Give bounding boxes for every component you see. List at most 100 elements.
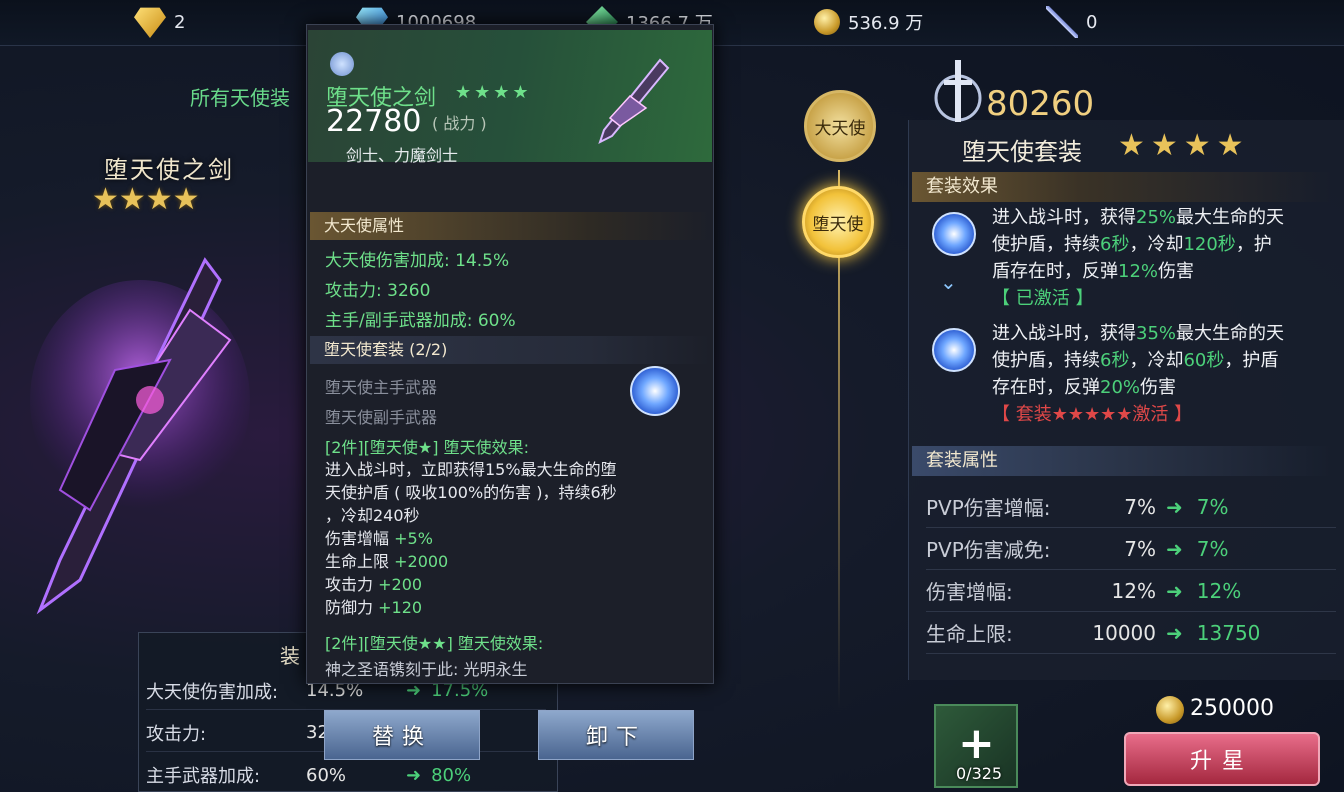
attr-name: 攻击力: — [146, 723, 207, 745]
effect-text: 进入战斗时，获得 — [992, 323, 1136, 344]
unequip-button[interactable]: 卸下 — [538, 710, 694, 760]
effect-stat: 攻击力 +200 — [325, 573, 422, 596]
weapon-name: 堕天使之剑 — [104, 156, 234, 184]
resource-value: 0 — [1086, 11, 1098, 33]
resource-gold-coin[interactable]: 536.9 万 — [814, 6, 923, 38]
effect-text: 盾存在时，反弹 — [992, 261, 1118, 282]
effect-value: 35% — [1136, 323, 1177, 344]
effect-text: 进入战斗时，获得 — [992, 207, 1136, 228]
attr-current: 10000 — [1092, 620, 1156, 645]
attr-current: 12% — [1111, 578, 1156, 603]
effect-text: 伤害 — [1158, 261, 1195, 282]
effect-value: 60秒 — [1183, 350, 1225, 371]
archangel-tab-button[interactable]: 大天使 — [804, 90, 876, 162]
archangel-attr-section: 大天使属性 — [310, 212, 710, 240]
attr-name: 主手武器加成: — [146, 766, 261, 787]
attr-current: 7% — [1124, 494, 1156, 519]
set-attr-row: 伤害增幅: 12% ➜ 12% — [926, 570, 1336, 612]
effect-value: 20% — [1100, 377, 1141, 398]
effect-value: 12% — [1118, 261, 1159, 282]
stat-value: +120 — [378, 598, 423, 617]
arrow-right-icon: ➜ — [1166, 578, 1183, 603]
attr-next: 80% — [431, 764, 472, 786]
stat-name: 防御力 — [325, 598, 374, 617]
effect-text: 最大生命的天 — [1176, 323, 1285, 344]
effect-text: 伤害 — [1140, 377, 1177, 398]
resource-value: 536.9 万 — [848, 13, 924, 34]
stat-name: 伤害增幅 — [325, 529, 390, 548]
set-power: 80260 — [986, 84, 1095, 124]
effect-status-locked: 【 套装★★★★★激活 】 — [992, 404, 1193, 425]
attr-next: 12% — [1196, 578, 1242, 603]
arrow-right-icon: ➜ — [406, 764, 422, 786]
set-emblem-icon — [934, 60, 982, 122]
all-angel-equipment-label[interactable]: 所有天使装 — [190, 82, 290, 111]
arrow-right-icon: ➜ — [1166, 494, 1183, 519]
plus-icon[interactable]: + — [958, 718, 995, 769]
effect-text: 使护盾，持续 — [992, 234, 1100, 255]
resource-gold-gem[interactable]: 2 — [134, 6, 185, 38]
gold-gem-icon — [134, 7, 166, 38]
set-item: 堕天使副手武器 — [325, 408, 438, 427]
gold-coin-icon — [814, 9, 840, 35]
set-attr-row: PVP伤害减免: 7% ➜ 7% — [926, 528, 1336, 570]
weapon-stars: ★★★★ — [92, 182, 200, 217]
effect-stat: 伤害增幅 +5% — [325, 527, 433, 550]
archangel-attr: 大天使伤害加成: 14.5% — [325, 251, 510, 271]
effect-line: ，冷却240秒 — [325, 506, 420, 525]
stat-value: +200 — [378, 575, 423, 594]
stat-name: 攻击力 — [325, 575, 374, 594]
attr-current: 60% — [306, 764, 347, 786]
effect-line: 进入战斗时，立即获得15%最大生命的堕 — [325, 460, 617, 479]
attr-row: 主手武器加成: 60% ➜ 80% — [146, 756, 546, 792]
effect-text: 最大生命的天 — [1176, 207, 1285, 228]
effect-text: 使护盾，持续 — [992, 350, 1100, 371]
archangel-attr: 攻击力: 3260 — [325, 281, 431, 301]
set-effect-1: 进入战斗时，获得25%最大生命的天 使护盾，持续6秒，冷却120秒，护 盾存在时… — [992, 204, 1344, 285]
arrow-right-icon: ➜ — [1166, 620, 1183, 645]
upgrade-cost: 250000 — [1190, 696, 1274, 721]
effect-status-active: 【 已激活 】 — [992, 288, 1094, 309]
effect-text: ，护 — [1235, 234, 1272, 255]
effect-title: [2件][堕天使★★] 堕天使效果: — [325, 634, 544, 653]
fallen-angel-tab-button[interactable]: 堕天使 — [802, 186, 874, 258]
set-attr-row: 生命上限: 10000 ➜ 13750 — [926, 612, 1336, 654]
item-power: 22780 — [326, 104, 422, 139]
set-stars: ★★★★ — [1118, 128, 1250, 163]
effect-title: [2件][堕天使★] 堕天使效果: — [325, 438, 529, 457]
stat-value: +2000 — [394, 552, 449, 571]
effect-stat: 防御力 +120 — [325, 596, 422, 619]
item-type-icon — [330, 52, 354, 76]
item-stars: ★★★★ — [455, 82, 532, 103]
angel-set-badge-icon — [630, 366, 680, 416]
set-attr-row: PVP伤害增幅: 7% ➜ 7% — [926, 486, 1336, 528]
flavor-text: 神之圣语镌刻于此: 光明永生 — [325, 660, 528, 679]
set-effect-section: 套装效果 — [912, 172, 1332, 202]
attr-current: 7% — [1124, 536, 1156, 561]
gold-coin-icon — [1156, 696, 1184, 724]
item-sword-icon — [598, 58, 670, 144]
attr-name: 大天使伤害加成: — [146, 681, 279, 703]
stat-name: 生命上限 — [325, 552, 390, 571]
chevron-down-icon[interactable]: ⌄ — [940, 270, 957, 294]
attr-name: 伤害增幅: — [926, 580, 1013, 604]
effect-stat: 生命上限 +2000 — [325, 550, 448, 573]
set-item: 堕天使主手武器 — [325, 378, 438, 397]
resource-sword-token[interactable]: 0 — [1046, 6, 1097, 38]
attr-next: 7% — [1196, 536, 1229, 561]
attribute-panel-title: 装 — [280, 644, 300, 668]
attr-next: 13750 — [1196, 620, 1261, 645]
replace-button[interactable]: 替换 — [324, 710, 480, 760]
effect-value: 6秒 — [1100, 350, 1130, 371]
resource-value: 2 — [174, 11, 186, 33]
effect-value: 25% — [1136, 207, 1177, 228]
fallen-angel-sword-art — [30, 257, 250, 615]
sword-token-icon — [1046, 6, 1078, 38]
upgrade-star-button[interactable]: 升星 — [1124, 732, 1320, 786]
effect-text: ，护盾 — [1224, 350, 1279, 371]
effect-value: 6秒 — [1100, 234, 1130, 255]
attr-name: PVP伤害减免: — [926, 538, 1051, 562]
power-label: ( 战力 ) — [432, 114, 487, 133]
set-section: 堕天使套装 (2/2) — [310, 336, 710, 364]
effect-line: 天使护盾 ( 吸收100%的伤害 )，持续6秒 — [325, 483, 617, 502]
